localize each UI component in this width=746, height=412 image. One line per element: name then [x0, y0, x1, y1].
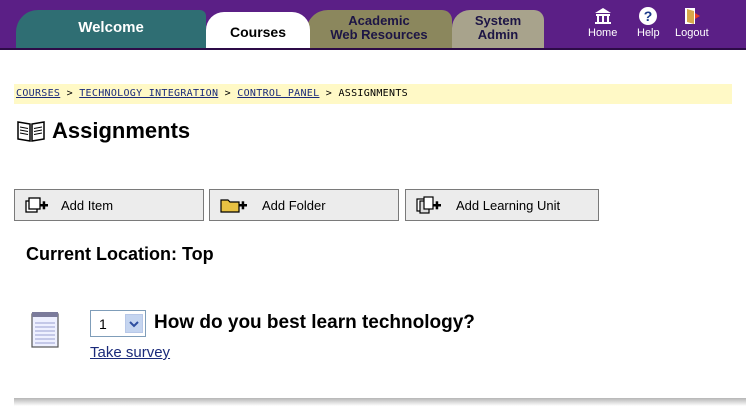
tab-sysadmin-label-line2: Admin — [477, 27, 519, 42]
tab-welcome[interactable]: Welcome — [16, 10, 206, 50]
logout-button[interactable]: Logout — [675, 6, 709, 39]
item-order-select[interactable]: 1 — [90, 310, 146, 337]
breadcrumb-separator: > — [66, 88, 73, 99]
breadcrumb: COURSES > TECHNOLOGY INTEGRATION > CONTR… — [16, 88, 408, 99]
breadcrumb-control-panel[interactable]: CONTROL PANEL — [237, 88, 319, 99]
add-folder-label: Add Folder — [262, 197, 326, 213]
tab-sysadmin-label-line1: System — [474, 13, 522, 28]
open-book-icon — [17, 121, 45, 142]
tab-academic-label-line2: Web Resources — [330, 27, 428, 42]
add-item-label: Add Item — [61, 197, 114, 213]
add-item-button[interactable]: Add Item — [14, 189, 204, 221]
item-order-value: 1 — [99, 315, 107, 332]
item-title: How do you best learn technology? — [154, 312, 475, 333]
breadcrumb-separator: > — [224, 88, 231, 99]
breadcrumb-technology-integration[interactable]: TECHNOLOGY INTEGRATION — [79, 88, 218, 99]
page-title-text: Assignments — [52, 118, 191, 143]
add-item-icon — [25, 197, 48, 213]
top-navigation-bar: Welcome Academic Web Resources System Ad… — [0, 0, 746, 50]
tab-system-admin[interactable]: System Admin — [452, 10, 544, 50]
action-bar: Add Item Add Folder Add Learning Unit — [14, 189, 732, 223]
svg-text:?: ? — [644, 8, 653, 24]
breadcrumb-separator: > — [325, 88, 333, 99]
home-button[interactable]: Home — [588, 6, 617, 39]
content-bottom-shadow — [14, 398, 746, 406]
add-folder-button[interactable]: Add Folder — [209, 189, 399, 221]
help-icon: ? — [639, 7, 658, 25]
help-label: Help — [637, 27, 660, 39]
home-label: Home — [588, 27, 618, 39]
chevron-down-icon[interactable] — [125, 314, 143, 333]
logout-label: Logout — [675, 27, 709, 39]
add-learning-unit-label: Add Learning Unit — [456, 197, 561, 213]
page-title: Assignments — [16, 118, 190, 144]
add-learning-unit-icon — [416, 196, 441, 214]
tab-academic-label-line1: Academic — [348, 13, 410, 28]
breadcrumb-assignments: ASSIGNMENTS — [338, 88, 408, 99]
current-location: Current Location: Top — [26, 244, 214, 264]
tab-courses[interactable]: Courses — [206, 12, 310, 50]
breadcrumb-courses[interactable]: COURSES — [16, 88, 60, 99]
help-button[interactable]: ? Help — [637, 6, 660, 39]
logout-door-icon — [684, 8, 700, 24]
add-folder-icon — [220, 199, 247, 213]
tab-courses-label: Courses — [229, 24, 287, 40]
notepad-icon — [30, 311, 60, 354]
tab-welcome-label: Welcome — [78, 19, 144, 36]
home-icon — [594, 8, 611, 24]
tab-academic-web-resources[interactable]: Academic Web Resources — [306, 10, 452, 50]
take-survey-link[interactable]: Take survey — [90, 344, 170, 361]
nav-divider — [0, 48, 746, 50]
add-learning-unit-button[interactable]: Add Learning Unit — [405, 189, 599, 221]
